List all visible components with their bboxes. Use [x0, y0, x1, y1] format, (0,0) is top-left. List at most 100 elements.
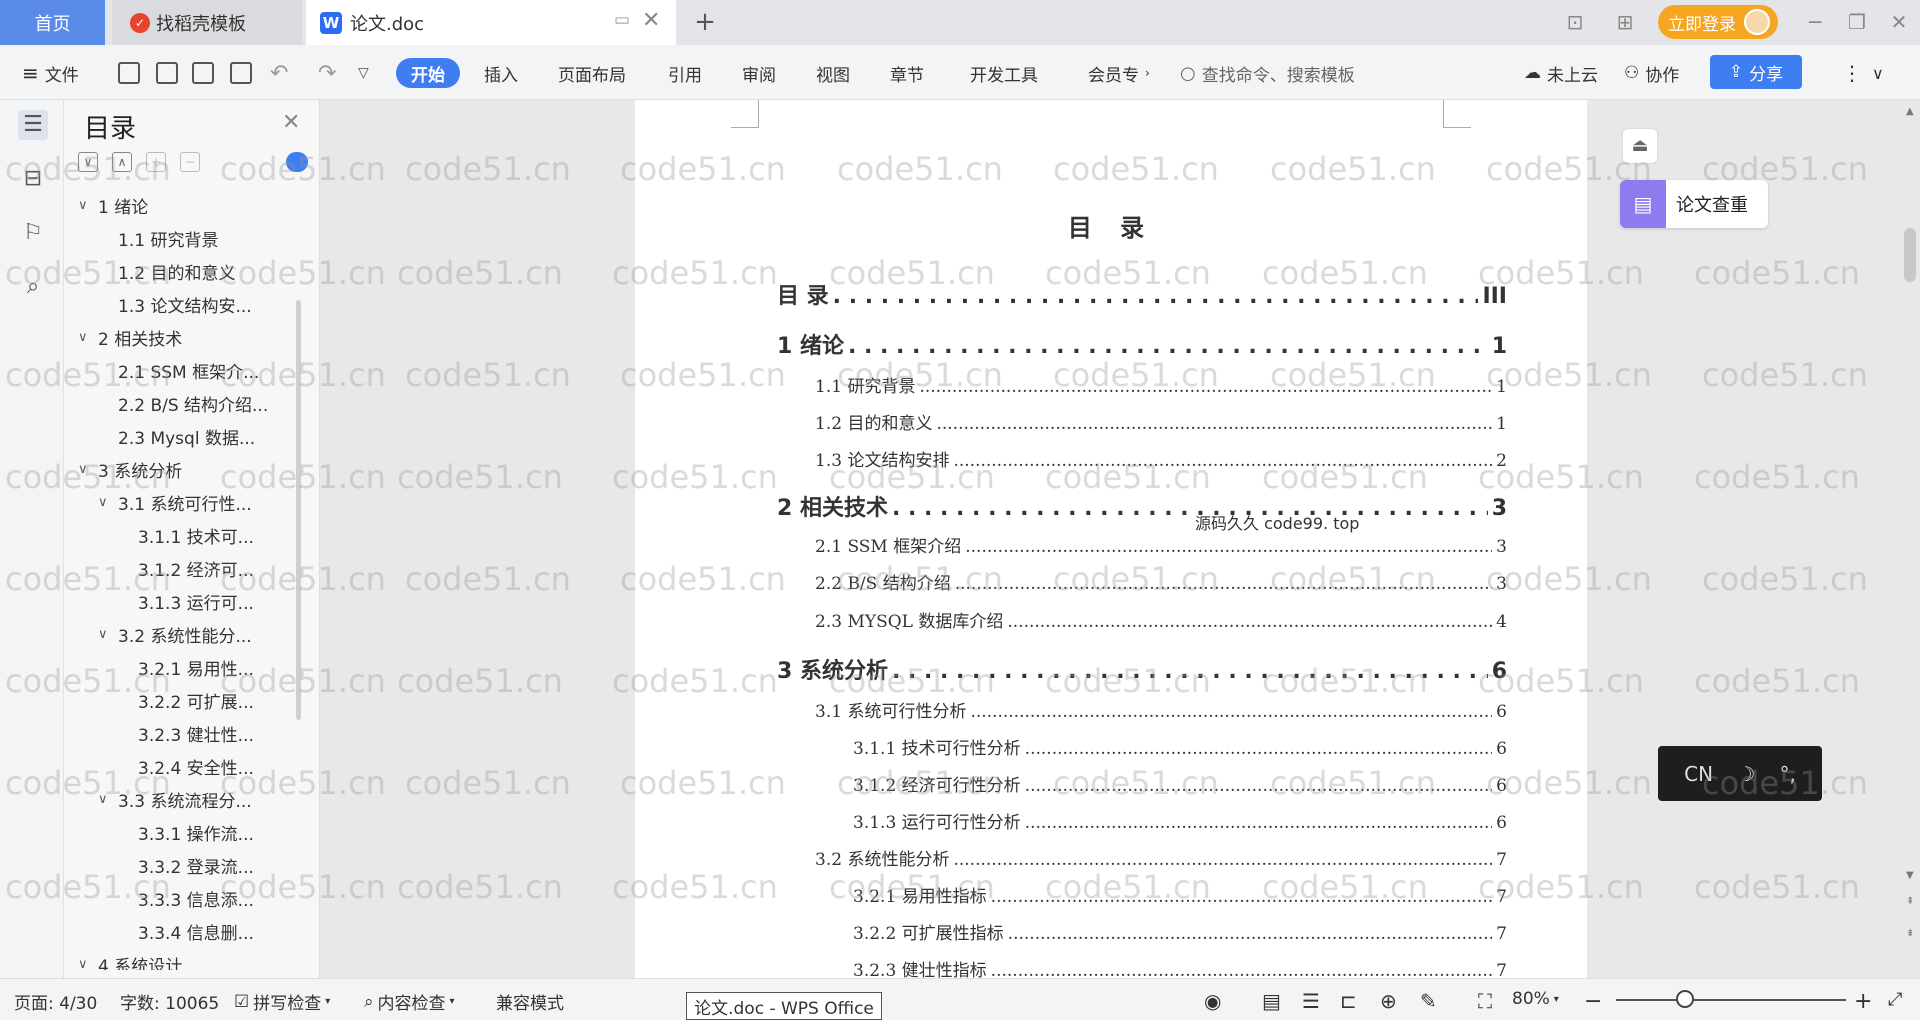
- nav-toc-item[interactable]: 1.3 论文结构安...: [98, 289, 308, 319]
- nav-toc-item[interactable]: 2.2 B/S 结构介绍...: [98, 388, 308, 418]
- export-icon[interactable]: [156, 59, 178, 87]
- nav-toc-item[interactable]: 1.1 研究背景: [98, 223, 308, 253]
- ribbon-tab-review[interactable]: 审阅: [742, 59, 776, 87]
- document-page[interactable]: 目 录 目 录 . . . . . . . . . . . . . . . . …: [635, 100, 1587, 978]
- next-page-icon[interactable]: ⇟: [1906, 928, 1914, 939]
- toc-panel-icon[interactable]: ☰: [18, 110, 48, 140]
- remove-icon[interactable]: −: [180, 152, 200, 172]
- vertical-scrollbar[interactable]: ▲ ▼ ⇞ ⇟: [1900, 100, 1920, 978]
- ribbon-tab-member[interactable]: 会员专 ›: [1088, 59, 1150, 87]
- page-view-icon[interactable]: ▤: [1262, 989, 1281, 1013]
- doc-toc-entry[interactable]: 1.3 论文结构安排..............................…: [815, 446, 1507, 471]
- nav-toc-item[interactable]: 3.2.1 易用性...: [118, 652, 308, 682]
- doc-toc-entry[interactable]: 2.3 MYSQL 数据库介绍.........................…: [815, 607, 1507, 632]
- nav-toc-item[interactable]: 3.2.2 可扩展...: [118, 685, 308, 715]
- nav-toc-item[interactable]: 2.3 Mysql 数据...: [98, 421, 308, 451]
- doc-toc-entry[interactable]: 3.2.3 健壮性指标.............................…: [853, 956, 1507, 978]
- ime-language[interactable]: CN: [1684, 762, 1713, 786]
- scroll-thumb[interactable]: [1904, 228, 1916, 282]
- expand-icon[interactable]: ∨: [78, 152, 98, 172]
- nav-toc-item[interactable]: 3.2.4 安全性...: [118, 751, 308, 781]
- collab-button[interactable]: ⚇ 协作: [1624, 59, 1679, 87]
- fullscreen-icon[interactable]: ⤢: [1888, 989, 1902, 1010]
- chevron-down-icon[interactable]: ∨: [78, 330, 98, 345]
- plagiarism-check-button[interactable]: ▤ 论文查重: [1620, 180, 1768, 228]
- zoom-slider[interactable]: [1616, 999, 1846, 1001]
- chevron-down-icon[interactable]: ▽: [358, 59, 369, 87]
- undo-icon[interactable]: ↶: [270, 59, 288, 87]
- pen-icon[interactable]: ✎: [1420, 989, 1437, 1013]
- doc-toc-entry[interactable]: 目 录 . . . . . . . . . . . . . . . . . . …: [777, 278, 1507, 310]
- add-icon[interactable]: +: [146, 152, 166, 172]
- ribbon-tab-references[interactable]: 引用: [668, 59, 702, 87]
- nav-toc-item[interactable]: ∨ 3 系统分析: [78, 454, 308, 484]
- nav-toc-item[interactable]: ∨ 3.2 系统性能分...: [98, 619, 308, 649]
- nav-toc-item[interactable]: ∨ 4 系统设计: [78, 949, 308, 971]
- content-check-button[interactable]: ⌕ 内容检查 ▾: [364, 989, 455, 1015]
- search-icon[interactable]: ⌕: [18, 272, 48, 302]
- doc-toc-entry[interactable]: 3.2.2 可扩展性指标............................…: [853, 919, 1507, 944]
- more-icon[interactable]: ⋮: [1842, 59, 1862, 87]
- zoom-select[interactable]: 80% ▾: [1512, 989, 1559, 1009]
- command-search[interactable]: ○ 查找命令、搜索模板: [1180, 59, 1355, 87]
- zoom-out-icon[interactable]: −: [1584, 989, 1602, 1014]
- zoom-slider-thumb[interactable]: [1676, 990, 1694, 1008]
- cloud-status-button[interactable]: ☁ 未上云: [1524, 59, 1598, 87]
- ribbon-tab-developer[interactable]: 开发工具: [970, 59, 1038, 87]
- collapse-icon[interactable]: ∧: [112, 152, 132, 172]
- nav-toc-item[interactable]: 3.3.2 登录流...: [118, 850, 308, 880]
- doc-toc-entry[interactable]: 3.1.1 技术可行性分析...........................…: [853, 734, 1507, 759]
- nav-toc-item[interactable]: 3.3.4 信息删...: [118, 916, 308, 946]
- doc-toc-entry[interactable]: 2.2 B/S 结构介绍............................…: [815, 569, 1507, 594]
- nav-toc-item[interactable]: 3.2.3 健壮性...: [118, 718, 308, 748]
- collapse-ribbon-icon[interactable]: ∨: [1872, 59, 1884, 87]
- nav-toc-item[interactable]: 3.1.1 技术可...: [118, 520, 308, 550]
- collapse-panel-icon[interactable]: ⏏: [1622, 128, 1658, 164]
- screen-icon[interactable]: ▭: [614, 10, 630, 30]
- ribbon-tab-insert[interactable]: 插入: [484, 59, 518, 87]
- share-button[interactable]: ⇪ 分享: [1710, 55, 1802, 89]
- close-icon[interactable]: ✕: [282, 110, 300, 135]
- close-window-icon[interactable]: ✕: [1884, 8, 1914, 36]
- outline-view-icon[interactable]: ☰: [1302, 989, 1320, 1013]
- print-icon[interactable]: [192, 59, 214, 87]
- web-view-icon[interactable]: ⊕: [1380, 989, 1397, 1013]
- spell-check-button[interactable]: ☑ 拼写检查 ▾: [234, 989, 330, 1015]
- doc-toc-entry[interactable]: 1 绪论 . . . . . . . . . . . . . . . . . .…: [777, 328, 1507, 360]
- scroll-up-icon[interactable]: ▲: [1906, 106, 1914, 117]
- nav-toc-item[interactable]: 1.2 目的和意义: [98, 256, 308, 286]
- chapter-icon[interactable]: ⊟: [18, 164, 48, 194]
- new-tab-icon[interactable]: +: [690, 8, 720, 36]
- nav-toc-item[interactable]: ∨ 3.3 系统流程分...: [98, 784, 308, 814]
- minimize-icon[interactable]: ─: [1800, 8, 1830, 36]
- ai-assistant-icon[interactable]: [286, 152, 308, 172]
- nav-scrollbar[interactable]: [296, 300, 301, 720]
- doc-toc-entry[interactable]: 3 系统分析 . . . . . . . . . . . . . . . . .…: [777, 653, 1507, 685]
- close-tab-icon[interactable]: ✕: [642, 8, 660, 33]
- doc-toc-entry[interactable]: 2.1 SSM 框架介绍............................…: [815, 532, 1507, 557]
- layout-icon[interactable]: ⊡: [1560, 8, 1590, 36]
- bookmark-icon[interactable]: ⚐: [18, 218, 48, 248]
- nav-toc-item[interactable]: 3.3.3 信息添...: [118, 883, 308, 913]
- nav-toc-item[interactable]: ∨ 1 绪论: [78, 190, 308, 220]
- nav-toc-item[interactable]: 2.1 SSM 框架介...: [98, 355, 308, 385]
- doc-toc-entry[interactable]: 3.1.3 运行可行性分析...........................…: [853, 808, 1507, 833]
- chevron-down-icon[interactable]: ∨: [98, 792, 118, 807]
- chevron-down-icon[interactable]: ∨: [78, 198, 98, 213]
- ime-toolbar[interactable]: CN ☽ °,: [1658, 746, 1822, 801]
- ribbon-tab-start[interactable]: 开始: [396, 58, 460, 88]
- save-icon[interactable]: [118, 59, 140, 87]
- tab-template[interactable]: ✓ 找稻壳模板: [112, 0, 302, 45]
- nav-toc-item[interactable]: 3.1.3 运行可...: [118, 586, 308, 616]
- tab-document[interactable]: W 论文.doc ▭ ✕: [306, 0, 676, 45]
- grid-apps-icon[interactable]: ⊞: [1610, 8, 1640, 36]
- moon-icon[interactable]: ☽: [1737, 762, 1755, 786]
- preview-icon[interactable]: [230, 59, 252, 87]
- chevron-down-icon[interactable]: ∨: [78, 462, 98, 477]
- punctuation-icon[interactable]: °,: [1780, 762, 1796, 786]
- nav-toc-item[interactable]: 3.1.2 经济可...: [118, 553, 308, 583]
- chevron-down-icon[interactable]: ∨: [98, 495, 118, 510]
- nav-toc-item[interactable]: 3.3.1 操作流...: [118, 817, 308, 847]
- nav-toc-item[interactable]: ∨ 2 相关技术: [78, 322, 308, 352]
- doc-toc-entry[interactable]: 3.2 系统性能分析..............................…: [815, 845, 1507, 870]
